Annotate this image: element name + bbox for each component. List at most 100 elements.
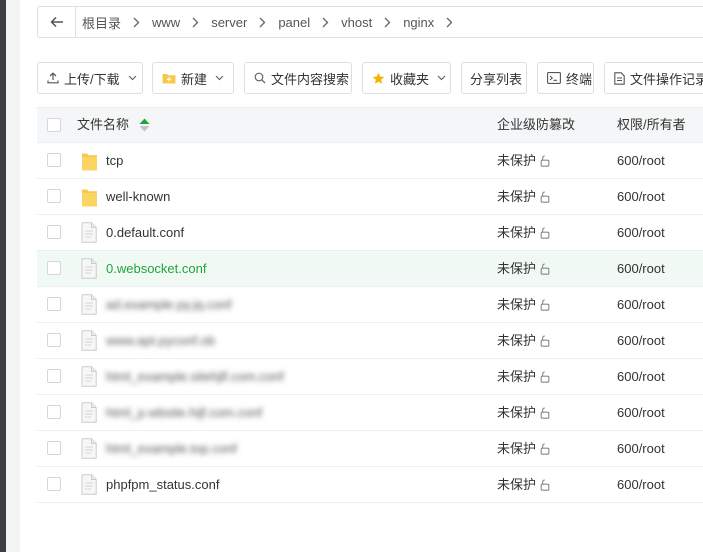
- permission-owner[interactable]: 600/root: [617, 323, 665, 358]
- terminal-icon: [547, 72, 561, 84]
- table-row[interactable]: html_example.sitehjlf.com.conf 未保护 600/roo…: [37, 359, 703, 395]
- chevron-right-icon: [192, 17, 199, 28]
- file-name[interactable]: well-known: [106, 179, 170, 214]
- permission-owner[interactable]: 600/root: [617, 359, 665, 394]
- breadcrumb-item-vhost[interactable]: vhost: [341, 15, 372, 30]
- protect-status-label: 未保护: [497, 369, 537, 384]
- table-row[interactable]: html_p.wbsite.hijf.com.conf 未保护 600/root: [37, 395, 703, 431]
- path-bar[interactable]: 根目录 www server panel vhost nginx: [37, 6, 703, 38]
- share-list-button[interactable]: 分享列表: [461, 62, 527, 94]
- protect-status[interactable]: 未保护: [497, 323, 550, 358]
- permission-owner[interactable]: 600/root: [617, 431, 665, 466]
- row-checkbox[interactable]: [47, 297, 61, 311]
- table-row[interactable]: well-known 未保护 600/root: [37, 179, 703, 215]
- select-all-checkbox[interactable]: [47, 118, 61, 132]
- permission-owner[interactable]: 600/root: [617, 251, 665, 286]
- folder-icon: [82, 153, 97, 171]
- file-name[interactable]: www.apt.pyconf.ob: [106, 323, 215, 358]
- row-checkbox[interactable]: [47, 369, 61, 383]
- protect-status[interactable]: 未保护: [497, 251, 550, 286]
- protect-status[interactable]: 未保护: [497, 431, 550, 466]
- unlock-icon[interactable]: [538, 334, 550, 347]
- table-row[interactable]: 0.default.conf 未保护 600/root: [37, 215, 703, 251]
- favorites-button[interactable]: 收藏夹: [362, 62, 451, 94]
- breadcrumb-item-root[interactable]: 根目录: [82, 13, 121, 32]
- unlock-icon[interactable]: [538, 406, 550, 419]
- file-name[interactable]: html_example.top.conf: [106, 431, 237, 466]
- column-header-name[interactable]: 文件名称: [77, 108, 150, 142]
- file-name[interactable]: ad.example.py.jq.conf: [106, 287, 232, 322]
- protect-status-label: 未保护: [497, 333, 537, 348]
- row-checkbox[interactable]: [47, 441, 61, 455]
- file-content-search-button[interactable]: 文件内容搜索: [244, 62, 352, 94]
- protect-status[interactable]: 未保护: [497, 215, 550, 250]
- unlock-icon[interactable]: [538, 370, 550, 383]
- breadcrumb-item-www[interactable]: www: [152, 15, 180, 30]
- new-folder-icon: [162, 74, 176, 84]
- row-checkbox[interactable]: [47, 333, 61, 347]
- table-row[interactable]: phpfpm_status.conf 未保护 600/root: [37, 467, 703, 503]
- table-row[interactable]: 0.websocket.conf 未保护 600/root: [37, 251, 703, 287]
- upload-download-button[interactable]: 上传/下载: [37, 62, 143, 94]
- row-checkbox[interactable]: [47, 225, 61, 239]
- terminal-button[interactable]: 终端: [537, 62, 594, 94]
- unlock-icon[interactable]: [538, 298, 550, 311]
- table-row[interactable]: html_example.top.conf 未保护 600/root: [37, 431, 703, 467]
- permission-owner[interactable]: 600/root: [617, 467, 665, 502]
- file-icon-wrap: [81, 330, 97, 354]
- permission-owner[interactable]: 600/root: [617, 143, 665, 178]
- file-name[interactable]: phpfpm_status.conf: [106, 467, 219, 502]
- protect-status[interactable]: 未保护: [497, 143, 550, 178]
- unlock-icon[interactable]: [538, 478, 550, 491]
- unlock-icon[interactable]: [538, 226, 550, 239]
- file-name[interactable]: 0.websocket.conf: [106, 251, 206, 286]
- protect-status-label: 未保护: [497, 405, 537, 420]
- unlock-icon[interactable]: [538, 262, 550, 275]
- back-button[interactable]: [38, 7, 76, 37]
- permission-owner[interactable]: 600/root: [617, 179, 665, 214]
- unlock-icon[interactable]: [538, 154, 550, 167]
- share-list-label: 分享列表: [470, 71, 523, 87]
- sort-icon[interactable]: [139, 118, 150, 132]
- file-operation-log-button[interactable]: 文件操作记录: [604, 62, 703, 94]
- breadcrumb-item-server[interactable]: server: [211, 15, 247, 30]
- file-icon: [81, 294, 97, 315]
- column-header-permission[interactable]: 权限/所有者: [617, 108, 686, 142]
- protect-status[interactable]: 未保护: [497, 359, 550, 394]
- breadcrumb-item-nginx[interactable]: nginx: [403, 15, 434, 30]
- row-checkbox[interactable]: [47, 477, 61, 491]
- new-button[interactable]: 新建: [152, 62, 234, 94]
- row-checkbox[interactable]: [47, 189, 61, 203]
- protect-status[interactable]: 未保护: [497, 179, 550, 214]
- permission-owner[interactable]: 600/root: [617, 215, 665, 250]
- protect-status-label: 未保护: [497, 153, 537, 168]
- file-icon: [81, 366, 97, 387]
- document-log-icon: [614, 71, 625, 85]
- protect-status[interactable]: 未保护: [497, 467, 550, 502]
- row-checkbox[interactable]: [47, 153, 61, 167]
- protect-status[interactable]: 未保护: [497, 395, 550, 430]
- file-icon-wrap: [81, 474, 97, 498]
- file-name[interactable]: 0.default.conf: [106, 215, 184, 250]
- table-row[interactable]: www.apt.pyconf.ob 未保护 600/root: [37, 323, 703, 359]
- file-name[interactable]: html_example.sitehjlf.com.conf: [106, 359, 284, 394]
- protect-status[interactable]: 未保护: [497, 287, 550, 322]
- breadcrumb-item-panel[interactable]: panel: [278, 15, 310, 30]
- file-name[interactable]: html_p.wbsite.hijf.com.conf: [106, 395, 262, 430]
- chevron-right-icon: [259, 17, 266, 28]
- file-operation-log-label: 文件操作记录: [630, 71, 703, 87]
- file-name[interactable]: tcp: [106, 143, 123, 178]
- upload-download-label: 上传/下载: [64, 71, 120, 87]
- unlock-icon[interactable]: [538, 442, 550, 455]
- row-checkbox[interactable]: [47, 261, 61, 275]
- table-row[interactable]: tcp 未保护 600/root: [37, 143, 703, 179]
- search-icon: [254, 72, 266, 84]
- file-icon: [81, 474, 97, 495]
- permission-owner[interactable]: 600/root: [617, 287, 665, 322]
- column-header-protect[interactable]: 企业级防篡改: [497, 108, 575, 142]
- table-row[interactable]: ad.example.py.jq.conf 未保护 600/root: [37, 287, 703, 323]
- permission-owner[interactable]: 600/root: [617, 395, 665, 430]
- file-icon-wrap: [81, 402, 97, 426]
- unlock-icon[interactable]: [538, 190, 550, 203]
- row-checkbox[interactable]: [47, 405, 61, 419]
